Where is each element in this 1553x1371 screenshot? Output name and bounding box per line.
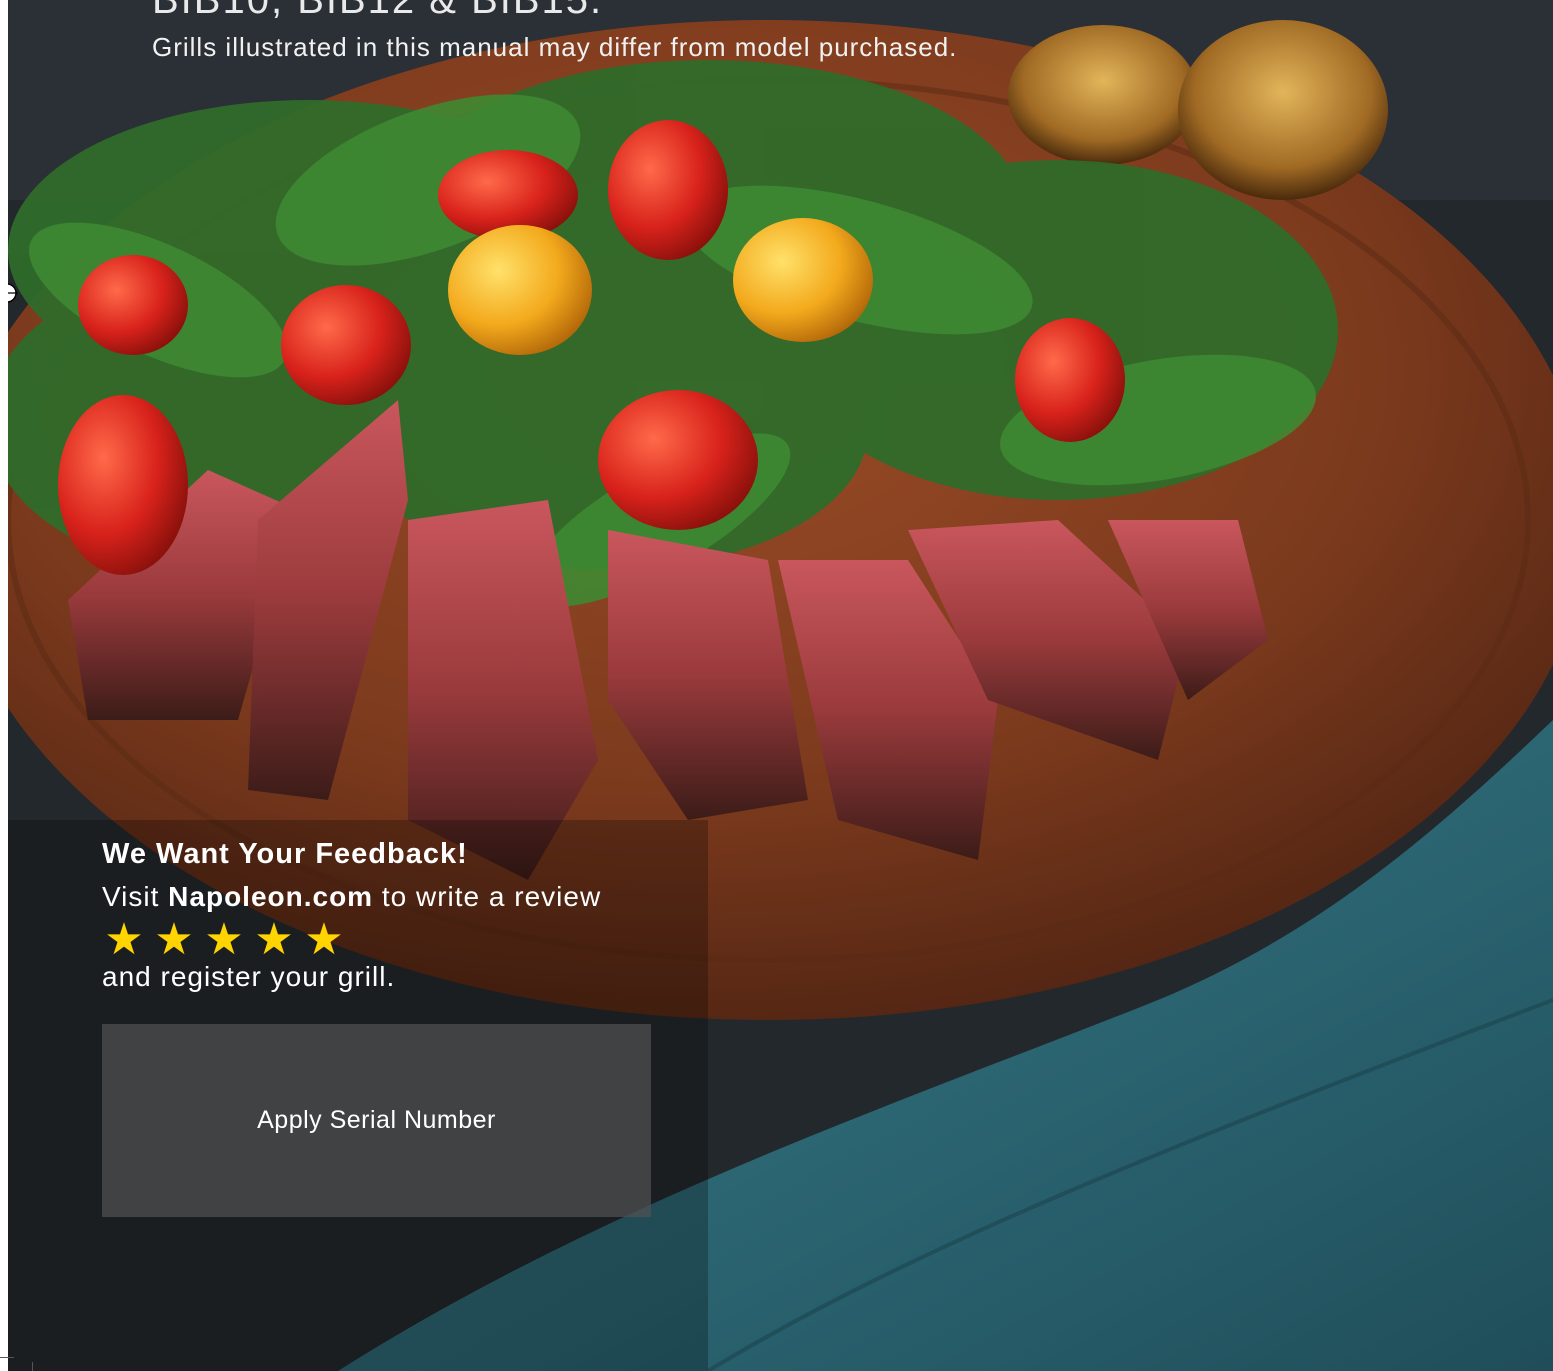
visit-suffix: to write a review xyxy=(381,881,602,912)
register-text: and register your grill. xyxy=(102,961,396,992)
website-link[interactable]: Napoleon.com xyxy=(168,881,373,912)
star-icon: ★ xyxy=(254,915,294,964)
visit-prefix: Visit xyxy=(102,881,160,912)
manual-cover-page: BIB10, BIB12 & BIB15. Grills illustrated… xyxy=(8,0,1553,1371)
crosshair-registration-icon xyxy=(8,283,18,303)
feedback-visit-line: Visit Napoleon.com to write a review xyxy=(102,881,601,913)
star-icon: ★ xyxy=(154,915,194,964)
star-icon: ★ xyxy=(304,915,344,964)
star-icon: ★ xyxy=(104,915,144,964)
disclaimer-text: Grills illustrated in this manual may di… xyxy=(152,32,958,62)
crop-mark xyxy=(32,1362,33,1371)
rating-stars: ★ ★ ★ ★ ★ xyxy=(100,914,350,966)
star-icon: ★ xyxy=(204,915,244,964)
serial-number-box: Apply Serial Number xyxy=(102,1024,651,1217)
serial-number-label: Apply Serial Number xyxy=(257,1106,496,1134)
model-list-heading: BIB10, BIB12 & BIB15. xyxy=(152,0,604,22)
crop-mark xyxy=(0,1357,14,1358)
feedback-title: We Want Your Feedback! xyxy=(102,838,468,870)
